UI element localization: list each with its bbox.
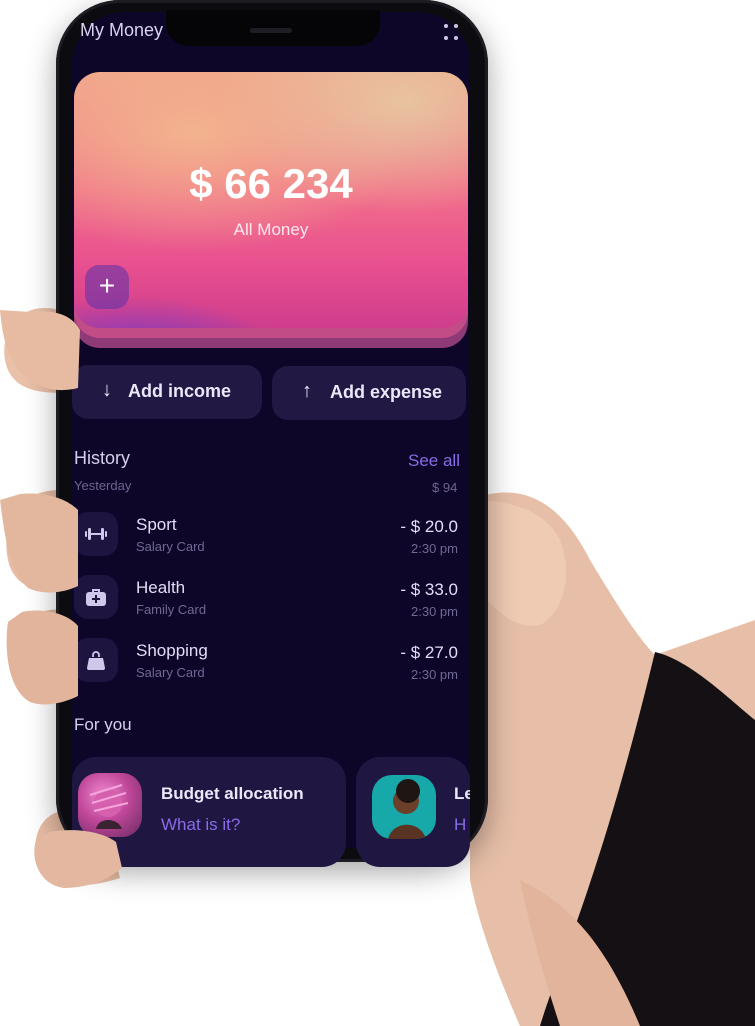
arrow-up-icon: ↑ — [302, 380, 312, 402]
add-income-label: Add income — [128, 381, 232, 401]
app-title: My Money — [80, 20, 164, 40]
more-options-icon[interactable] — [442, 22, 462, 46]
add-card-button[interactable]: + — [85, 265, 129, 309]
balance-amount: $ 66 234 — [189, 160, 353, 207]
history-item-health-icon-box — [74, 575, 118, 619]
dumbbell-icon — [85, 528, 107, 540]
history-item-time: 2:30 pm — [411, 667, 458, 682]
second-article-image — [372, 775, 436, 839]
history-item-card: Family Card — [136, 602, 207, 617]
for-you-card-second[interactable]: Le H — [356, 757, 470, 867]
balance-label: All Money — [233, 220, 309, 239]
add-expense-label: Add expense — [330, 382, 443, 402]
plus-icon: + — [98, 270, 116, 301]
add-income-button[interactable]: ↓ Add income — [72, 365, 262, 419]
for-you-card-title: Budget allocation — [161, 784, 304, 803]
history-item-amount: - $ 33.0 — [400, 580, 458, 599]
budget-article-image — [78, 773, 142, 837]
history-item-name: Health — [136, 578, 186, 597]
history-item-name: Shopping — [136, 641, 208, 660]
for-you-card-budget[interactable]: Budget allocation What is it? — [72, 757, 346, 867]
history-item-amount: - $ 27.0 — [400, 643, 458, 662]
history-item-card: Salary Card — [136, 539, 205, 554]
shopping-bag-icon — [87, 651, 105, 670]
for-you-card-link[interactable]: H — [454, 815, 466, 835]
add-expense-button[interactable]: ↑ Add expense — [272, 366, 466, 420]
history-item-amount: - $ 20.0 — [400, 517, 458, 536]
for-you-title: For you — [74, 715, 132, 734]
phone-speaker — [250, 28, 292, 33]
history-item-card: Salary Card — [136, 665, 205, 680]
first-aid-kit-icon — [86, 589, 106, 606]
for-you-card-link[interactable]: What is it? — [161, 815, 240, 835]
history-item-sport-icon-box — [74, 512, 118, 556]
history-item-time: 2:30 pm — [411, 541, 458, 556]
arrow-down-icon: ↓ — [102, 379, 112, 401]
history-day-total: $ 94 — [432, 480, 458, 495]
history-title: History — [74, 448, 131, 468]
history-day: Yesterday — [74, 478, 132, 493]
see-all-link[interactable]: See all — [408, 451, 460, 471]
for-you-card-title: Le — [454, 784, 470, 803]
history-item-time: 2:30 pm — [411, 604, 458, 619]
history-item-shopping-icon-box — [74, 638, 118, 682]
history-item-name: Sport — [136, 515, 177, 534]
